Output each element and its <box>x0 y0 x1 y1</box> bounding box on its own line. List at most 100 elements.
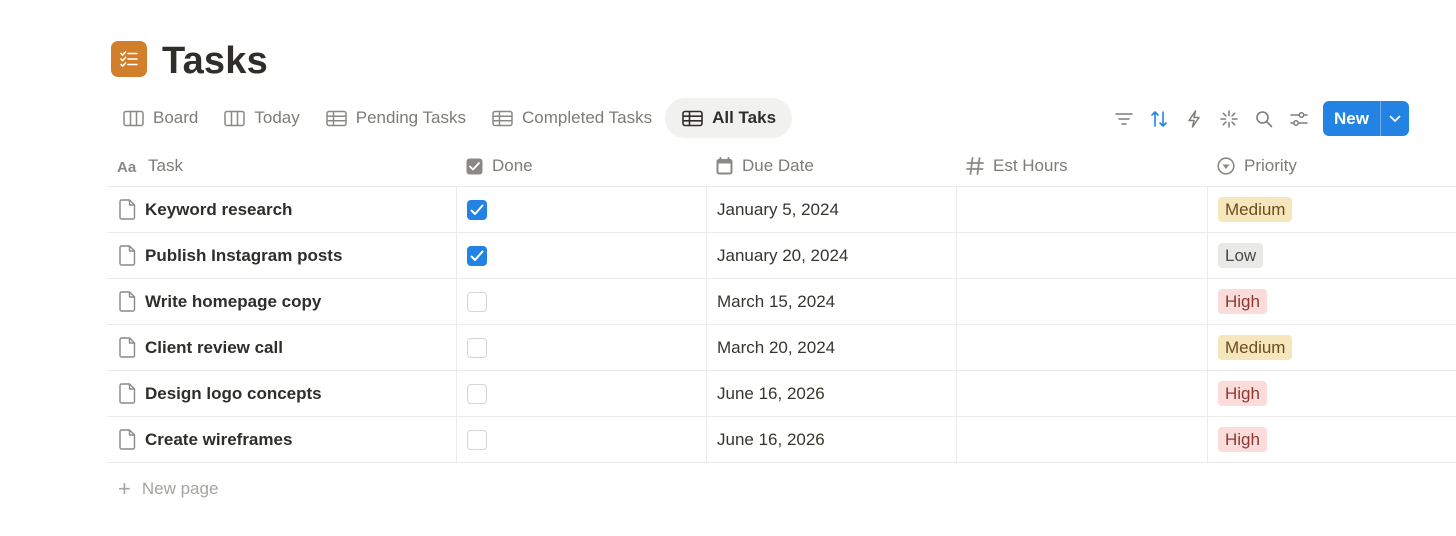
table-row[interactable]: Publish Instagram posts January 20, 2024 L… <box>107 233 1456 279</box>
tab-all-taks[interactable]: All Taks <box>665 98 793 138</box>
due-date-cell[interactable]: March 15, 2024 <box>706 279 956 324</box>
page-icon <box>119 383 136 404</box>
table-icon <box>326 110 347 126</box>
task-cell[interactable]: Client review call <box>107 325 456 370</box>
sort-button[interactable] <box>1145 105 1173 133</box>
task-cell[interactable]: Create wireframes <box>107 417 456 462</box>
done-cell <box>456 371 706 416</box>
due-date-cell[interactable]: January 20, 2024 <box>706 233 956 278</box>
priority-cell[interactable]: Medium <box>1207 187 1456 232</box>
tab-label: Board <box>153 108 199 127</box>
due-date: January 5, 2024 <box>717 199 839 219</box>
svg-text:Aa: Aa <box>117 159 137 173</box>
column-header-priority[interactable]: Priority <box>1207 146 1456 186</box>
task-cell[interactable]: Keyword research <box>107 187 456 232</box>
priority-cell[interactable]: High <box>1207 371 1456 416</box>
tab-today[interactable]: Today <box>211 98 312 138</box>
tab-board[interactable]: Board <box>110 98 211 138</box>
new-page-button[interactable]: + New page <box>118 478 218 500</box>
filter-button[interactable] <box>1110 105 1138 133</box>
est-hours-cell[interactable] <box>956 187 1207 232</box>
est-hours-cell[interactable] <box>956 325 1207 370</box>
est-hours-cell[interactable] <box>956 233 1207 278</box>
table-row[interactable]: Keyword research January 5, 2024 Medium <box>107 187 1456 233</box>
priority-tag: High <box>1218 381 1267 406</box>
table-row[interactable]: Client review call March 20, 2024 Medium <box>107 325 1456 371</box>
table-row[interactable]: Write homepage copy March 15, 2024 High <box>107 279 1456 325</box>
database-toolbar: New <box>1110 101 1409 136</box>
priority-cell[interactable]: High <box>1207 417 1456 462</box>
priority-tag: Low <box>1218 243 1264 268</box>
task-name[interactable]: Keyword research <box>145 200 292 220</box>
new-page-label: New page <box>141 479 219 498</box>
priority-cell[interactable]: High <box>1207 279 1456 324</box>
column-header-est-hours[interactable]: Est Hours <box>956 146 1207 186</box>
ai-button[interactable] <box>1215 105 1243 133</box>
board-icon <box>123 110 144 126</box>
filter-icon <box>1115 112 1133 125</box>
column-header-task[interactable]: Aa Task <box>107 146 456 186</box>
new-button[interactable]: New <box>1323 101 1380 136</box>
due-date-cell[interactable]: June 16, 2026 <box>706 371 956 416</box>
table-row[interactable]: Design logo concepts June 16, 2026 High <box>107 371 1456 417</box>
due-date-cell[interactable]: June 16, 2026 <box>706 417 956 462</box>
due-date-cell[interactable]: March 20, 2024 <box>706 325 956 370</box>
view-settings-button[interactable] <box>1285 105 1313 133</box>
task-cell[interactable]: Publish Instagram posts <box>107 233 456 278</box>
task-name[interactable]: Create wireframes <box>145 430 292 450</box>
priority-tag: Medium <box>1218 335 1293 360</box>
page-title: Tasks <box>162 40 268 82</box>
tab-label: Completed Tasks <box>522 108 653 127</box>
calendar-icon <box>716 157 733 175</box>
view-tabs: Board Today Pending Tasks Completed Task… <box>110 98 793 138</box>
done-checkbox[interactable] <box>467 199 487 220</box>
page-icon <box>119 291 136 312</box>
ai-sparkle-icon <box>1220 109 1238 128</box>
chevron-down-icon <box>1389 115 1401 122</box>
due-date: March 15, 2024 <box>717 291 836 311</box>
column-header-due-date[interactable]: Due Date <box>706 146 956 186</box>
est-hours-cell[interactable] <box>956 279 1207 324</box>
automation-button[interactable] <box>1180 105 1208 133</box>
new-dropdown-button[interactable] <box>1379 101 1409 136</box>
est-hours-cell[interactable] <box>956 417 1207 462</box>
est-hours-cell[interactable] <box>956 371 1207 416</box>
task-name[interactable]: Write homepage copy <box>145 292 321 312</box>
done-checkbox[interactable] <box>467 337 487 358</box>
column-label: Due Date <box>742 156 814 175</box>
task-cell[interactable]: Design logo concepts <box>107 371 456 416</box>
column-header-done[interactable]: Done <box>456 146 706 186</box>
done-cell <box>456 325 706 370</box>
search-button[interactable] <box>1250 105 1278 133</box>
done-cell <box>456 279 706 324</box>
tab-pending-tasks[interactable]: Pending Tasks <box>313 98 479 138</box>
done-checkbox[interactable] <box>467 245 487 266</box>
due-date: January 20, 2024 <box>717 245 849 265</box>
done-cell <box>456 417 706 462</box>
table-icon <box>492 110 513 126</box>
task-cell[interactable]: Write homepage copy <box>107 279 456 324</box>
page-icon[interactable] <box>111 41 147 77</box>
table-row[interactable]: Create wireframes June 16, 2026 High <box>107 417 1456 463</box>
tasks-table: Aa Task Done Due Date Est Hours Priority… <box>107 146 1456 463</box>
done-checkbox[interactable] <box>467 383 487 404</box>
task-name[interactable]: Client review call <box>145 338 283 358</box>
column-label: Task <box>148 156 183 175</box>
priority-cell[interactable]: Low <box>1207 233 1456 278</box>
tab-completed-tasks[interactable]: Completed Tasks <box>479 98 665 138</box>
page-icon <box>119 429 136 450</box>
checklist-icon <box>120 51 138 67</box>
due-date-cell[interactable]: January 5, 2024 <box>706 187 956 232</box>
settings-sliders-icon <box>1290 111 1308 126</box>
done-checkbox[interactable] <box>467 291 487 312</box>
done-cell <box>456 187 706 232</box>
priority-cell[interactable]: Medium <box>1207 325 1456 370</box>
done-checkbox[interactable] <box>467 429 487 450</box>
task-name[interactable]: Design logo concepts <box>145 384 322 404</box>
automation-icon <box>1188 109 1200 128</box>
status-icon <box>1217 157 1235 175</box>
task-name[interactable]: Publish Instagram posts <box>145 246 342 266</box>
checkmark-icon <box>470 204 484 215</box>
checkbox-icon <box>466 158 483 174</box>
board-icon <box>224 110 246 126</box>
